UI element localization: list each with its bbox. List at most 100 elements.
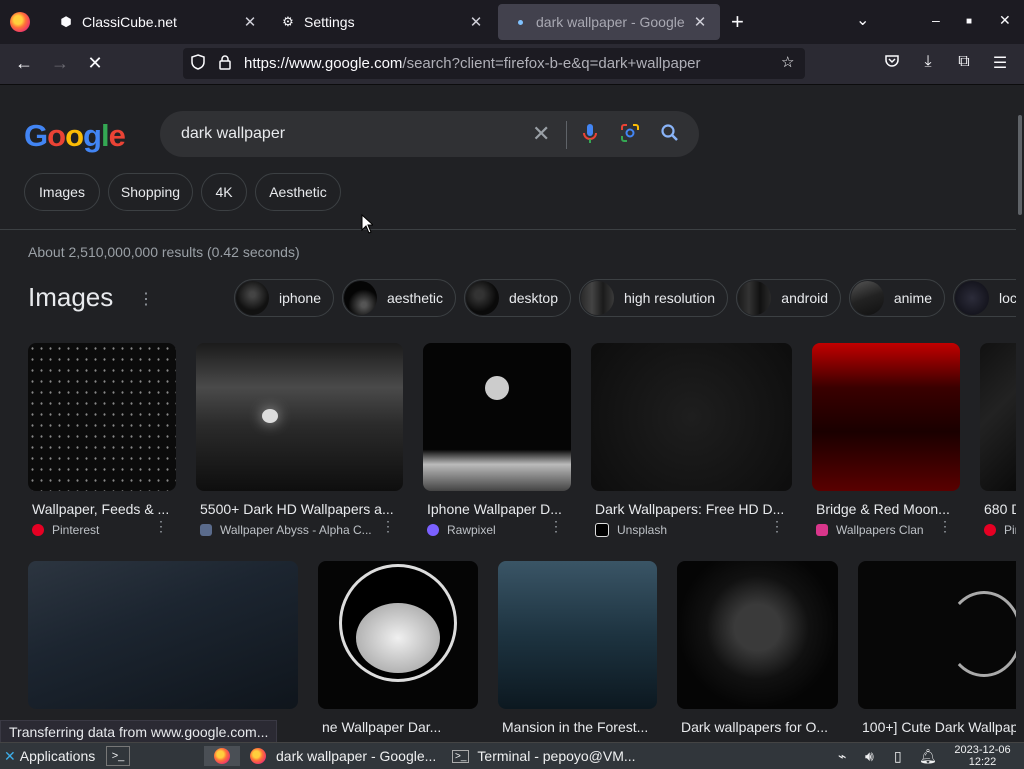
- taskbar-window-terminal[interactable]: >_ Terminal - pepoyo@VM...: [452, 746, 646, 766]
- lock-icon[interactable]: [218, 54, 232, 74]
- image-result[interactable]: Iphone Wallpaper D... Rawpixel ⋮: [423, 343, 571, 537]
- menu-hamburger-icon[interactable]: ☰: [989, 53, 1011, 73]
- more-options-icon[interactable]: ⋮: [770, 518, 784, 535]
- battery-icon[interactable]: ▯: [894, 746, 902, 766]
- result-title[interactable]: Iphone Wallpaper D...: [423, 501, 571, 517]
- bookmark-star-icon[interactable]: ☆: [781, 53, 794, 71]
- google-logo[interactable]: Google: [24, 118, 126, 154]
- search-box[interactable]: dark wallpaper ✕: [160, 111, 699, 157]
- close-tab-icon[interactable]: ✕: [688, 13, 712, 31]
- filter-chip-lock[interactable]: lock: [953, 279, 1016, 317]
- image-result[interactable]: 5500+ Dark HD Wallpapers a... Wallpaper …: [196, 343, 403, 537]
- image-result[interactable]: Dark Wallpapers: Free HD D... Unsplash ⋮: [591, 343, 792, 537]
- notification-bell-icon[interactable]: 🔔︎: [919, 746, 937, 766]
- search-icon[interactable]: [660, 123, 680, 149]
- pocket-icon[interactable]: [881, 53, 903, 73]
- result-thumbnail[interactable]: [858, 561, 1016, 709]
- image-result[interactable]: Wallpaper, Feeds & ... Pinterest ⋮: [28, 343, 176, 537]
- taskbar: ✕ Applications >_ dark wallpaper - Googl…: [0, 742, 1024, 769]
- result-thumbnail[interactable]: [591, 343, 792, 491]
- forward-arrow-icon[interactable]: →: [49, 53, 71, 74]
- maximize-icon[interactable]: ■: [966, 16, 972, 27]
- result-stats: About 2,510,000,000 results (0.42 second…: [28, 244, 300, 260]
- filter-chip-high-resolution[interactable]: high resolution: [579, 279, 728, 317]
- more-options-icon[interactable]: ⋮: [138, 289, 154, 309]
- volume-icon[interactable]: 🔊︎: [865, 746, 874, 766]
- back-arrow-icon[interactable]: ←: [13, 53, 35, 74]
- result-title[interactable]: ne Wallpaper Dar...: [318, 719, 478, 735]
- chip-aesthetic[interactable]: Aesthetic: [255, 173, 341, 211]
- close-tab-icon[interactable]: ✕: [464, 13, 488, 31]
- scrollbar-thumb[interactable]: [1018, 115, 1022, 215]
- result-thumbnail[interactable]: [980, 343, 1016, 491]
- extensions-puzzle-icon[interactable]: ⧉: [953, 53, 975, 71]
- more-options-icon[interactable]: ⋮: [154, 518, 168, 535]
- image-result[interactable]: 680 Da Pin: [980, 343, 1016, 537]
- more-options-icon[interactable]: ⋮: [381, 518, 395, 535]
- result-title[interactable]: 100+] Cute Dark Wallpape: [858, 719, 1016, 735]
- downloads-icon[interactable]: ⤓: [917, 53, 939, 71]
- chip-shopping[interactable]: Shopping: [108, 173, 193, 211]
- close-tab-icon[interactable]: ✕: [238, 13, 262, 31]
- result-thumbnail[interactable]: [196, 343, 403, 491]
- result-title[interactable]: Bridge & Red Moon...: [812, 501, 960, 517]
- filter-chip-desktop[interactable]: desktop: [464, 279, 571, 317]
- image-result[interactable]: [28, 561, 298, 719]
- result-source[interactable]: Unsplash: [591, 523, 792, 537]
- chip-4k[interactable]: 4K: [201, 173, 247, 211]
- result-title[interactable]: 5500+ Dark HD Wallpapers a...: [196, 501, 403, 517]
- result-source[interactable]: Wallpaper Abyss - Alpha C...: [196, 523, 403, 537]
- tab-classicube[interactable]: ⬢ ClassiCube.net ✕: [44, 4, 270, 40]
- result-thumbnail[interactable]: [318, 561, 478, 709]
- close-window-icon[interactable]: ✕: [999, 12, 1011, 29]
- chip-images[interactable]: Images: [24, 173, 100, 211]
- result-title[interactable]: Mansion in the Forest...: [498, 719, 657, 735]
- taskbar-window-firefox[interactable]: dark wallpaper - Google...: [250, 746, 446, 766]
- url-text[interactable]: https://www.google.com/search?client=fir…: [244, 55, 701, 72]
- result-source[interactable]: Pin: [980, 523, 1016, 537]
- result-thumbnail[interactable]: [812, 343, 960, 491]
- result-title[interactable]: 680 Da: [980, 501, 1016, 517]
- list-tabs-chevron-icon[interactable]: ⌄: [856, 10, 869, 30]
- microphone-icon[interactable]: [582, 123, 598, 151]
- firefox-launcher-icon[interactable]: [204, 746, 240, 766]
- google-results-page: Google dark wallpaper ✕ Images Shopping …: [0, 85, 1016, 735]
- filter-chip-android[interactable]: android: [736, 279, 841, 317]
- result-title[interactable]: Dark wallpapers for O...: [677, 719, 838, 735]
- more-options-icon[interactable]: ⋮: [938, 518, 952, 535]
- firefox-logo-icon[interactable]: [10, 12, 30, 32]
- clock[interactable]: 2023-12-06 12:22: [945, 743, 1020, 768]
- lens-camera-icon[interactable]: [620, 123, 640, 149]
- tab-settings[interactable]: ⚙ Settings ✕: [266, 4, 496, 40]
- image-result[interactable]: Dark wallpapers for O...: [677, 561, 838, 735]
- chip-label: anime: [893, 290, 932, 306]
- result-thumbnail[interactable]: [28, 561, 298, 709]
- new-tab-button[interactable]: +: [731, 9, 744, 35]
- result-thumbnail[interactable]: [498, 561, 657, 709]
- minimize-icon[interactable]: ‒: [932, 12, 940, 28]
- more-options-icon[interactable]: ⋮: [549, 518, 563, 535]
- image-result[interactable]: Bridge & Red Moon... Wallpapers Clan ⋮: [812, 343, 960, 537]
- result-thumbnail[interactable]: [423, 343, 571, 491]
- page-scrollbar[interactable]: [1016, 85, 1024, 735]
- result-title[interactable]: Dark Wallpapers: Free HD D...: [591, 501, 792, 517]
- applications-menu-button[interactable]: ✕ Applications: [4, 746, 95, 766]
- shield-icon[interactable]: [190, 54, 206, 74]
- result-title[interactable]: Wallpaper, Feeds & ...: [28, 501, 176, 517]
- filter-chip-iphone[interactable]: iphone: [234, 279, 334, 317]
- terminal-launcher-icon[interactable]: >_: [106, 746, 130, 766]
- search-input[interactable]: dark wallpaper: [181, 125, 285, 143]
- image-result[interactable]: ne Wallpaper Dar...: [318, 561, 478, 735]
- url-bar[interactable]: https://www.google.com/search?client=fir…: [183, 48, 805, 79]
- tab-dark-wallpaper[interactable]: dark wallpaper - Google ✕: [498, 4, 720, 40]
- stop-loading-icon[interactable]: ✕: [84, 53, 106, 74]
- clear-search-icon[interactable]: ✕: [532, 121, 550, 147]
- network-icon[interactable]: ⌁: [838, 746, 846, 766]
- result-thumbnail[interactable]: [28, 343, 176, 491]
- filter-chip-anime[interactable]: anime: [849, 279, 945, 317]
- result-thumbnail[interactable]: [677, 561, 838, 709]
- filter-chip-aesthetic[interactable]: aesthetic: [342, 279, 456, 317]
- chip-label: high resolution: [623, 290, 715, 306]
- image-result[interactable]: Mansion in the Forest...: [498, 561, 657, 735]
- image-result[interactable]: 100+] Cute Dark Wallpape: [858, 561, 1016, 735]
